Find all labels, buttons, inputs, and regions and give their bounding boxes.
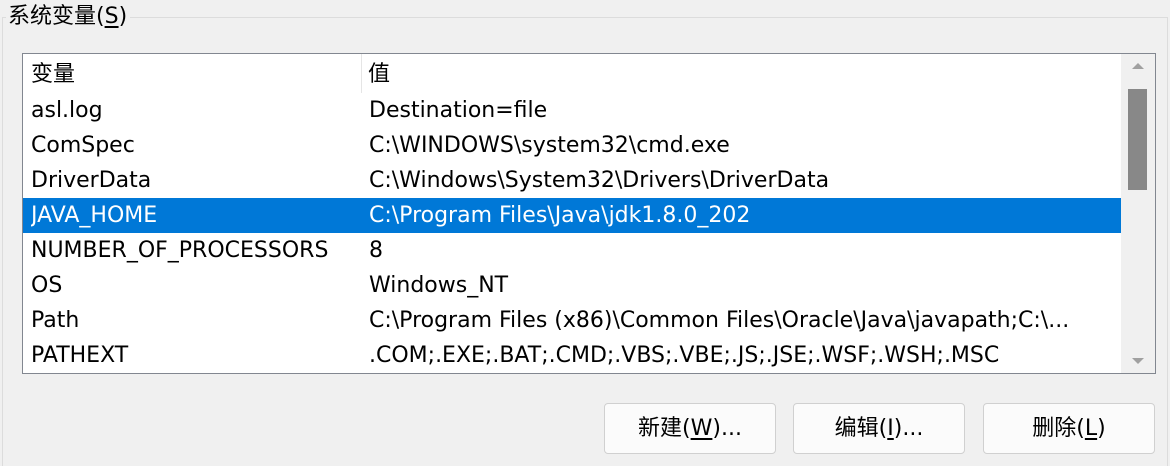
variable-name-cell: PATHEXT [31, 343, 129, 368]
table-row[interactable]: Path C:\Program Files (x86)\Common Files\… [23, 303, 1121, 338]
variable-value-cell: C:\Program Files (x86)\Common Files\Orac… [369, 308, 1070, 333]
delete-button-accesskey: L [1084, 416, 1098, 441]
list-rows: asl.log Destination=file ComSpec C:\WINDOWS… [23, 93, 1121, 373]
column-header-variable[interactable]: 变量 [31, 54, 75, 93]
variable-value-cell: Destination=file [369, 98, 548, 123]
delete-button[interactable]: 删除(L) [983, 403, 1155, 454]
variable-value-cell: .COM;.EXE;.BAT;.CMD;.VBS;.VBE;.JS;.JSE;.… [369, 343, 1000, 368]
new-button-suffix: )... [712, 416, 742, 441]
variable-name-cell: JAVA_HOME [31, 203, 158, 228]
arrow-up-icon [1132, 63, 1144, 69]
variable-value-cell: C:\Windows\System32\Drivers\DriverData [369, 168, 830, 193]
column-header-value[interactable]: 值 [368, 54, 390, 93]
new-button-label: 新建( [638, 416, 691, 441]
system-variables-list[interactable]: 变量 值 asl.log Destination=file ComSpec C:\WI… [22, 53, 1156, 374]
table-row[interactable]: ComSpec C:\WINDOWS\system32\cmd.exe [23, 128, 1121, 163]
variable-name-cell: asl.log [31, 98, 103, 123]
table-row[interactable]: NUMBER_OF_PROCESSORS 8 [23, 233, 1121, 268]
vertical-scrollbar[interactable] [1121, 54, 1155, 373]
variable-name-cell: NUMBER_OF_PROCESSORS [31, 238, 329, 263]
group-title: 系统变量(S) [6, 3, 131, 31]
group-title-close: ) [118, 4, 128, 29]
variable-value-cell: C:\WINDOWS\system32\cmd.exe [369, 133, 730, 158]
edit-button[interactable]: 编辑(I)... [793, 403, 965, 454]
table-row[interactable]: asl.log Destination=file [23, 93, 1121, 128]
variable-value-cell: C:\Program Files\Java\jdk1.8.0_202 [369, 203, 751, 228]
variable-value-cell: Windows_NT [369, 273, 509, 298]
variable-name-cell: DriverData [31, 168, 152, 193]
edit-button-suffix: )... [893, 416, 924, 441]
variable-name-cell: OS [31, 273, 63, 298]
edit-button-label: 编辑( [834, 416, 888, 441]
scroll-up-button[interactable] [1121, 54, 1155, 78]
scroll-down-button[interactable] [1121, 349, 1155, 373]
delete-button-suffix: ) [1097, 416, 1106, 441]
table-row[interactable]: DriverData C:\Windows\System32\Drivers\Dr… [23, 163, 1121, 198]
table-row[interactable]: OS Windows_NT [23, 268, 1121, 303]
variable-name-cell: ComSpec [31, 133, 135, 158]
table-row-selected[interactable]: JAVA_HOME C:\Program Files\Java\jdk1.8.0_… [23, 198, 1121, 233]
table-row[interactable]: PATHEXT .COM;.EXE;.BAT;.CMD;.VBS;.VBE;.JS… [23, 338, 1121, 373]
new-button[interactable]: 新建(W)... [604, 403, 776, 454]
group-title-text: 系统变量( [8, 4, 105, 29]
scroll-thumb[interactable] [1128, 89, 1147, 190]
arrow-down-icon [1132, 358, 1144, 364]
variable-name-cell: Path [31, 308, 80, 333]
list-header: 变量 值 [23, 54, 1121, 93]
delete-button-label: 删除( [1032, 416, 1085, 441]
column-divider[interactable] [361, 54, 362, 93]
group-title-accesskey: S [104, 4, 119, 29]
new-button-accesskey: W [690, 416, 713, 441]
variable-value-cell: 8 [369, 238, 383, 263]
